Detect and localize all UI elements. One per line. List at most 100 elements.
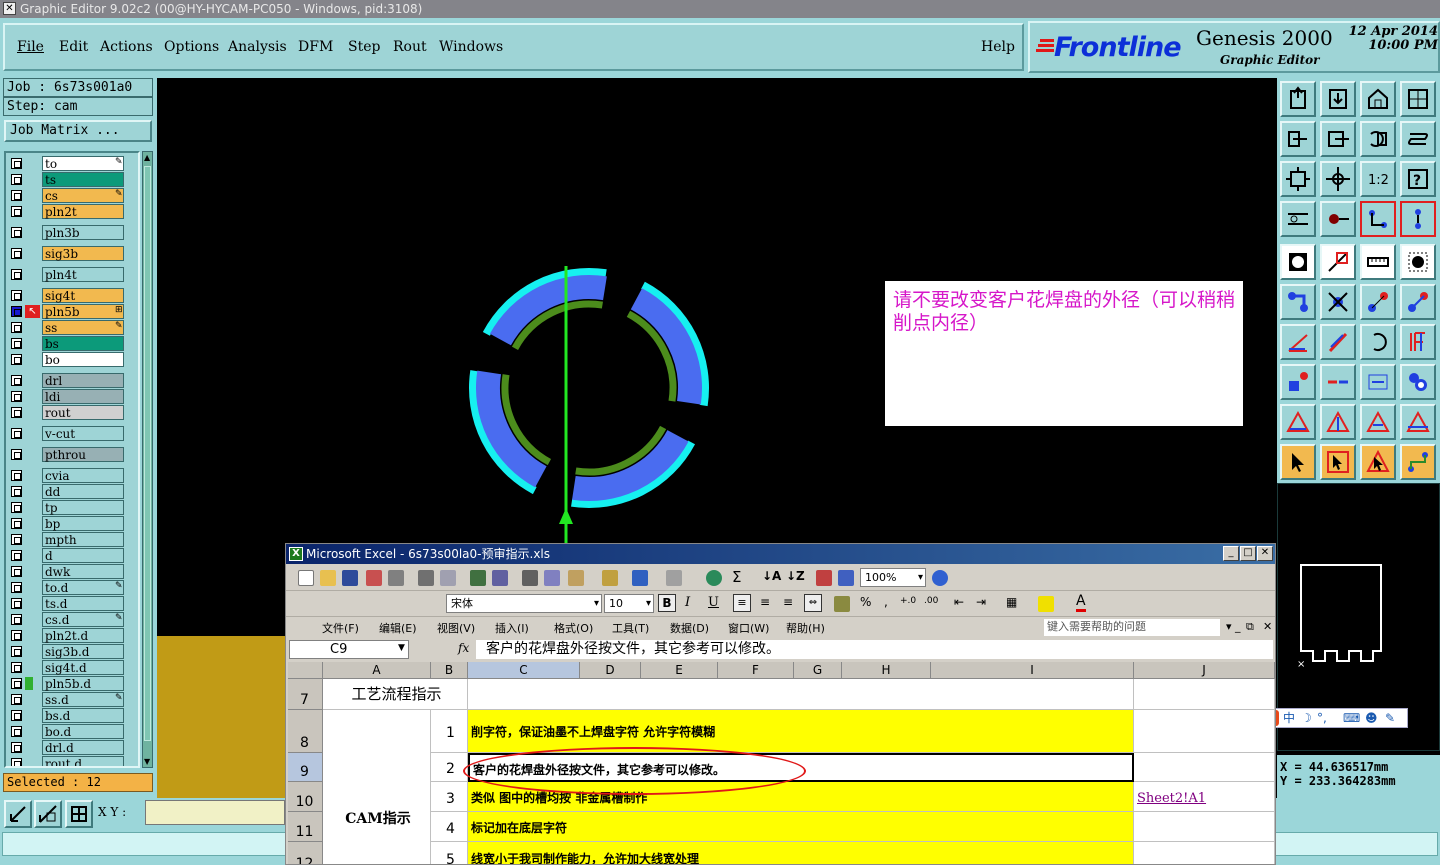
layer-name[interactable]: sig4t.d [42,660,124,675]
layer-checkbox[interactable] [11,662,22,673]
scale-button[interactable]: 1:2 [1360,161,1396,197]
increase-decimal-button[interactable]: +.0 [900,596,916,606]
layer-row[interactable]: ts [6,172,138,187]
layer-row[interactable]: to ✎ [6,156,138,171]
layer-checkbox[interactable] [11,502,22,513]
column-header[interactable]: H [842,662,931,679]
layer-checkbox[interactable] [11,742,22,753]
layer-row[interactable]: dd [6,484,138,499]
layer-name[interactable]: pln5b [42,304,124,319]
pad-button[interactable] [1280,244,1316,280]
layer-checkbox[interactable] [11,449,22,460]
line-button[interactable] [1280,324,1316,360]
merge-center-button[interactable]: ⇔ [804,594,822,612]
row-header[interactable]: 10 [288,782,323,812]
layer-checkbox[interactable] [11,322,22,333]
ruler-button[interactable] [1360,244,1396,280]
layer-name[interactable]: to [42,156,124,171]
layer-name[interactable]: drl [42,373,124,388]
cell-b[interactable]: 5 [431,842,468,864]
layer-checkbox[interactable] [11,710,22,721]
layer-checkbox[interactable] [11,582,22,593]
zoom-fit-button[interactable] [1280,161,1316,197]
punct-icon[interactable]: °, [1317,709,1327,727]
bold-button[interactable]: B [658,594,676,612]
email-icon[interactable] [388,570,404,586]
layer-name[interactable]: ts.d [42,596,124,611]
print-preview-icon[interactable] [440,570,456,586]
layer-row[interactable]: pln4t [6,267,138,282]
open-icon[interactable] [320,570,336,586]
row-header[interactable]: 12 [288,842,323,864]
column-header[interactable]: I [931,662,1134,679]
row-header[interactable]: 8 [288,710,323,753]
ime-mode-icon[interactable]: 中 [1283,709,1295,727]
column-header[interactable]: F [718,662,794,679]
scroll-up-icon[interactable]: ▲ [144,153,150,162]
zoom-area-button[interactable] [34,800,62,828]
layer-checkbox[interactable] [11,646,22,657]
cell-b[interactable]: 1 [431,710,468,753]
layer-row[interactable]: bs [6,336,138,351]
layer-row[interactable]: v-cut [6,426,138,441]
layer-row[interactable]: dwk [6,564,138,579]
name-box[interactable]: C9 [289,640,409,659]
measure-button[interactable] [1280,201,1316,237]
layer-row[interactable]: ss.d ✎ [6,692,138,707]
cut-icon[interactable] [522,570,538,586]
layer-name[interactable]: to.d [42,580,124,595]
layer-name[interactable]: ss [42,320,124,335]
cell-a7[interactable]: 工艺流程指示 [323,679,468,710]
excel-menu-edit[interactable]: 编辑(E) [379,620,417,636]
layer-name[interactable]: mpth [42,532,124,547]
layer-row[interactable]: pln5b.d [6,676,138,691]
layer-checkbox[interactable] [11,678,22,689]
layer-row[interactable]: sig4t.d [6,660,138,675]
column-header[interactable]: C [468,662,580,679]
new-icon[interactable] [298,570,314,586]
grid-corner[interactable] [288,662,323,679]
layer-name[interactable]: v-cut [42,426,124,441]
layer-checkbox[interactable] [11,338,22,349]
currency-icon[interactable] [834,596,850,612]
doc-restore-icon[interactable]: ⧉ [1246,620,1254,634]
layer-checkbox[interactable] [11,534,22,545]
layer-row[interactable]: rout [6,405,138,420]
increase-indent-button[interactable]: ⇥ [976,595,986,609]
layer-name[interactable]: sig4t [42,288,124,303]
layer-checkbox[interactable] [11,306,22,317]
layer-checkbox[interactable] [11,407,22,418]
save-icon[interactable] [342,570,358,586]
column-header[interactable]: A [323,662,431,679]
layer-name[interactable]: dwk [42,564,124,579]
group-button[interactable] [1400,364,1436,400]
ime-toolbar[interactable]: S 中 ☽ °, ⌨ ☻ ✎ [1260,708,1408,728]
layer-name[interactable]: rout.d [42,756,124,766]
triangle-button[interactable] [1280,404,1316,440]
italic-button[interactable]: I [685,595,690,610]
import-button[interactable] [1280,121,1316,157]
cell-c[interactable]: 削字符，保证油墨不上焊盘字符 允许字符模糊 [468,710,1134,753]
scroll-down-icon[interactable]: ▼ [144,757,150,766]
chart-wizard-icon[interactable] [816,570,832,586]
layer-row[interactable]: bp [6,516,138,531]
job-matrix-button[interactable]: Job Matrix ... [4,120,152,142]
layer-name[interactable]: rout [42,405,124,420]
research-icon[interactable] [492,570,508,586]
layer-checkbox[interactable] [11,598,22,609]
dimension-button[interactable] [1360,364,1396,400]
layer-row[interactable]: d [6,548,138,563]
cell-j[interactable] [1134,753,1275,782]
menu-file[interactable]: File [17,39,44,55]
layer-name[interactable]: pln5b.d [42,676,124,691]
layer-list-scrollbar[interactable]: ▲ ▼ [142,151,153,768]
layer-name[interactable]: pln4t [42,267,124,282]
cell-c[interactable]: 标记加在底层字符 [468,812,1134,842]
column-header[interactable]: E [641,662,718,679]
cell-b[interactable]: 3 [431,782,468,812]
scroll-thumb[interactable] [144,166,151,741]
column-header[interactable]: J [1134,662,1275,679]
font-name-combo[interactable]: 宋体 [446,594,602,613]
font-color-icon[interactable]: A [1076,593,1086,612]
format-painter-icon[interactable] [602,570,618,586]
